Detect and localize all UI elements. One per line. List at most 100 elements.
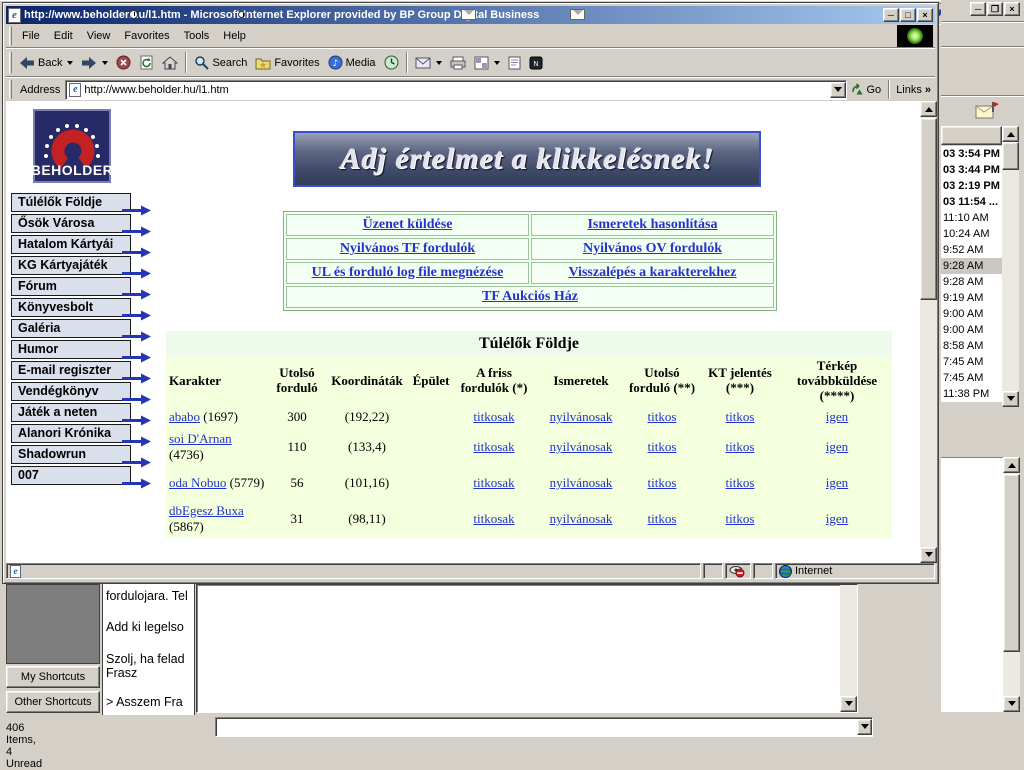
- outlook-list-scrollbar[interactable]: [1002, 126, 1019, 407]
- close-button[interactable]: ×: [917, 8, 933, 22]
- maximize-button[interactable]: □: [900, 8, 916, 22]
- kt-link[interactable]: titkos: [726, 439, 755, 454]
- knowledge-link[interactable]: nyilvánosak: [550, 511, 613, 526]
- favorites-button[interactable]: Favorites: [251, 51, 323, 75]
- edit-dropdown-icon[interactable]: [494, 61, 500, 68]
- knowledge-link[interactable]: nyilvánosak: [550, 439, 613, 454]
- character-link[interactable]: ababo: [169, 409, 200, 424]
- list-item[interactable]: 7:45 AM: [941, 370, 1002, 386]
- list-item[interactable]: 9:00 AM: [941, 322, 1002, 338]
- menu-file[interactable]: File: [15, 27, 47, 45]
- kt-link[interactable]: titkos: [726, 409, 755, 424]
- character-link[interactable]: dbEgesz Buxa: [169, 503, 244, 518]
- toolbar-grip[interactable]: [9, 27, 12, 45]
- scroll-up-button[interactable]: [1002, 126, 1019, 142]
- my-shortcuts-button[interactable]: My Shortcuts: [6, 666, 100, 688]
- history-button[interactable]: [380, 51, 403, 75]
- link-visszalepes[interactable]: Visszalépés a karakterekhez: [569, 265, 737, 280]
- quick-link-cell[interactable]: UL és forduló log file megnézése: [286, 262, 529, 284]
- media-button[interactable]: ♪ Media: [324, 51, 380, 75]
- scroll-thumb[interactable]: [920, 118, 937, 300]
- scroll-thumb[interactable]: [1002, 142, 1019, 170]
- fresh-link[interactable]: titkosak: [473, 409, 514, 424]
- nav-item[interactable]: Ősök Városa: [11, 214, 131, 233]
- fresh-link[interactable]: titkosak: [473, 475, 514, 490]
- lastturn-link[interactable]: titkos: [648, 511, 677, 526]
- nav-item[interactable]: KG Kártyajáték: [11, 256, 131, 275]
- nav-item[interactable]: Alanori Krónika: [11, 424, 131, 443]
- scroll-down-button[interactable]: [1003, 696, 1020, 712]
- minimize-button[interactable]: ─: [883, 8, 899, 22]
- list-item[interactable]: 9:52 AM: [941, 242, 1002, 258]
- go-button[interactable]: Go: [847, 80, 886, 100]
- character-link[interactable]: soi D'Arnan: [169, 431, 232, 446]
- scroll-up-button[interactable]: [1003, 457, 1020, 473]
- outlook-close-button[interactable]: ×: [1004, 2, 1020, 16]
- link-tf-fordulok[interactable]: Nyilvános TF fordulók: [340, 241, 475, 256]
- toolbar-grip[interactable]: [9, 80, 12, 98]
- list-item[interactable]: 11:10 AM: [941, 210, 1002, 226]
- nav-item[interactable]: Fórum: [11, 277, 131, 296]
- kt-link[interactable]: titkos: [726, 475, 755, 490]
- fresh-link[interactable]: titkosak: [473, 511, 514, 526]
- list-item[interactable]: 9:00 AM: [941, 306, 1002, 322]
- stop-button[interactable]: [112, 51, 135, 75]
- list-item[interactable]: 03 3:44 PM: [941, 162, 1002, 178]
- quick-link-cell[interactable]: Nyilvános OV fordulók: [531, 238, 774, 260]
- menu-help[interactable]: Help: [216, 27, 253, 45]
- link-ov-fordulok[interactable]: Nyilvános OV fordulók: [583, 241, 722, 256]
- nav-item[interactable]: E-mail regiszter: [11, 361, 131, 380]
- banner[interactable]: Adj értelmet a klikkelésnek!: [293, 131, 761, 187]
- nav-item[interactable]: Shadowrun: [11, 445, 131, 464]
- scroll-down-button[interactable]: [840, 696, 857, 712]
- other-shortcuts-button[interactable]: Other Shortcuts: [6, 691, 100, 713]
- menu-view[interactable]: View: [80, 27, 118, 45]
- nav-item[interactable]: Játék a neten: [11, 403, 131, 422]
- list-item[interactable]: 03 3:54 PM: [941, 146, 1002, 162]
- list-item-selected[interactable]: 9:28 AM: [941, 258, 1002, 274]
- messenger-button[interactable]: N: [525, 51, 547, 75]
- nav-item[interactable]: Galéria: [11, 319, 131, 338]
- list-item[interactable]: 7:45 AM: [941, 354, 1002, 370]
- list-item[interactable]: 03 2:19 PM: [941, 178, 1002, 194]
- nav-item[interactable]: Vendégkönyv: [11, 382, 131, 401]
- knowledge-link[interactable]: nyilvánosak: [550, 409, 613, 424]
- kt-link[interactable]: titkos: [726, 511, 755, 526]
- forward-button[interactable]: [77, 51, 112, 75]
- map-link[interactable]: igen: [826, 475, 848, 490]
- dropdown-button[interactable]: [857, 719, 872, 735]
- back-dropdown-icon[interactable]: [67, 61, 73, 68]
- quick-link-cell[interactable]: Visszalépés a karakterekhez: [531, 262, 774, 284]
- list-item[interactable]: 9:28 AM: [941, 274, 1002, 290]
- menu-tools[interactable]: Tools: [177, 27, 217, 45]
- list-item[interactable]: 8:58 AM: [941, 338, 1002, 354]
- back-button[interactable]: Back: [15, 51, 77, 75]
- mail-button[interactable]: [411, 51, 446, 75]
- discuss-button[interactable]: [504, 51, 525, 75]
- scroll-up-button[interactable]: [920, 101, 937, 117]
- refresh-button[interactable]: [135, 51, 158, 75]
- fresh-link[interactable]: titkosak: [473, 439, 514, 454]
- links-label[interactable]: Links: [896, 84, 922, 96]
- quick-link-cell[interactable]: Üzenet küldése: [286, 214, 529, 236]
- scroll-thumb[interactable]: [1003, 474, 1020, 652]
- home-button[interactable]: [158, 51, 182, 75]
- map-link[interactable]: igen: [826, 439, 848, 454]
- beholder-logo[interactable]: BEHOLDER: [33, 109, 111, 183]
- list-item[interactable]: 10:24 AM: [941, 226, 1002, 242]
- list-item[interactable]: 9:19 AM: [941, 290, 1002, 306]
- lastturn-link[interactable]: titkos: [648, 475, 677, 490]
- list-item[interactable]: 03 11:54 ...: [941, 194, 1002, 210]
- search-button[interactable]: Search: [190, 51, 251, 75]
- address-dropdown-button[interactable]: [830, 82, 846, 98]
- map-link[interactable]: igen: [826, 511, 848, 526]
- print-button[interactable]: [446, 51, 470, 75]
- quick-link-cell[interactable]: Ismeretek hasonlítása: [531, 214, 774, 236]
- link-ismeretek[interactable]: Ismeretek hasonlítása: [587, 217, 717, 232]
- lastturn-link[interactable]: titkos: [648, 439, 677, 454]
- outlook-preview-pane[interactable]: fordulojara. Tel Add ki legelso Szolj, h…: [102, 584, 195, 715]
- scroll-down-button[interactable]: [1002, 391, 1019, 407]
- outlook-reading-scrollbar[interactable]: [1003, 457, 1020, 712]
- menu-edit[interactable]: Edit: [47, 27, 80, 45]
- address-url[interactable]: http://www.beholder.hu/l1.htm: [84, 84, 826, 96]
